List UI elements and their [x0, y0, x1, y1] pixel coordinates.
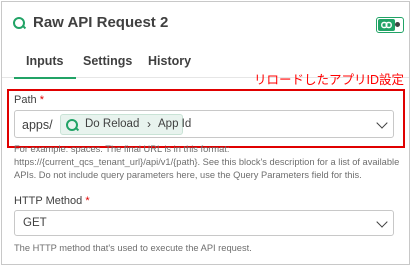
qlik-circle-icon	[66, 119, 78, 131]
link-icon	[378, 19, 395, 31]
http-method-value: GET	[23, 217, 47, 229]
block-config-panel: Raw API Request 2 Inputs Settings Histor…	[1, 1, 410, 265]
tab-history[interactable]: History	[148, 54, 191, 68]
qlik-circle-icon	[13, 17, 25, 29]
chevron-down-icon[interactable]	[376, 117, 388, 129]
path-label: Path *	[14, 94, 44, 106]
path-help-text: For example: spaces. The final URL is in…	[14, 144, 400, 180]
panel-header: Raw API Request 2	[2, 2, 409, 40]
block-title: Raw API Request 2	[33, 14, 169, 31]
path-input[interactable]: apps/ Do Reload › App Id	[14, 110, 394, 138]
link-toggle[interactable]	[376, 17, 404, 33]
annotation-text: リロードしたアプリID設定	[254, 73, 405, 87]
chevron-down-icon[interactable]	[376, 216, 388, 228]
tab-settings[interactable]: Settings	[83, 54, 132, 68]
http-method-select[interactable]: GET	[14, 210, 394, 236]
toggle-dot	[395, 22, 400, 27]
token-source: Do Reload	[85, 118, 140, 130]
tab-inputs[interactable]: Inputs	[14, 54, 75, 79]
chevron-right-icon: ›	[147, 117, 151, 131]
token-field: App Id	[158, 118, 192, 130]
path-prefix: apps/	[22, 118, 53, 132]
variable-token[interactable]: Do Reload › App Id	[60, 114, 191, 135]
http-method-help-text: The HTTP method that's used to execute t…	[14, 243, 252, 253]
http-method-label: HTTP Method *	[14, 195, 90, 207]
